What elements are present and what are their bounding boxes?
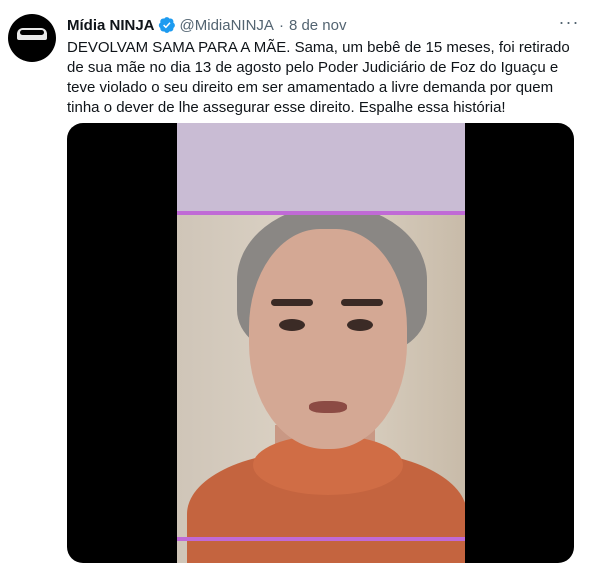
tweet-date[interactable]: 8 de nov bbox=[289, 17, 347, 34]
author-handle[interactable]: @MidiaNINJA bbox=[180, 17, 274, 34]
tweet-text: DEVOLVAM SAMA PARA A MÃE. Sama, um bebê … bbox=[67, 39, 570, 116]
right-eye bbox=[347, 319, 373, 331]
tweet[interactable]: Mídia NINJA @MidiaNINJA · 8 de nov ··· D… bbox=[0, 0, 595, 563]
author-name[interactable]: Mídia NINJA bbox=[67, 17, 155, 34]
verified-badge-icon bbox=[158, 17, 175, 33]
tweet-header: Mídia NINJA @MidiaNINJA · 8 de nov bbox=[67, 15, 346, 35]
left-eye bbox=[279, 319, 305, 331]
video-thumbnail[interactable] bbox=[67, 123, 574, 563]
mask-eyes bbox=[20, 30, 44, 35]
frame-bottom-bar bbox=[177, 537, 465, 541]
left-eyebrow bbox=[271, 299, 313, 306]
separator-dot: · bbox=[278, 16, 284, 34]
avatar[interactable] bbox=[8, 14, 56, 62]
more-options-icon[interactable]: ··· bbox=[555, 13, 583, 34]
right-eyebrow bbox=[341, 299, 383, 306]
mouth bbox=[309, 401, 347, 413]
video-person-image bbox=[177, 215, 465, 563]
video-frame bbox=[177, 123, 465, 563]
face-shape bbox=[249, 229, 407, 449]
frame-top-bar bbox=[177, 211, 465, 215]
